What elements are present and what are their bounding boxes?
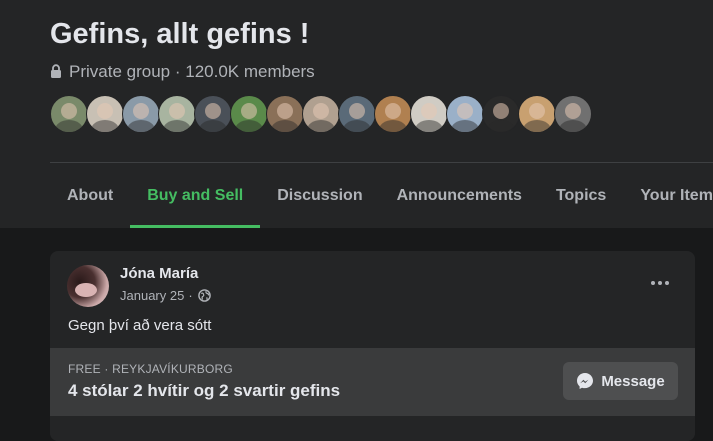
member-avatar[interactable] [518, 95, 556, 133]
author-name[interactable]: Jóna María [120, 265, 198, 282]
post-date[interactable]: January 25 [120, 288, 184, 303]
dot-icon [658, 281, 662, 285]
member-avatar[interactable] [374, 95, 412, 133]
listing-separator: · [104, 362, 109, 376]
member-avatar[interactable] [50, 95, 88, 133]
listing[interactable]: FREE · REYKJAVÍKURBORG 4 stólar 2 hvítir… [50, 348, 695, 416]
listing-price: FREE [68, 362, 101, 376]
member-avatar[interactable] [158, 95, 196, 133]
listing-location: REYKJAVÍKURBORG [112, 362, 233, 376]
group-meta: Private group · 120.0K members [50, 62, 315, 82]
member-avatar[interactable] [554, 95, 592, 133]
member-avatar[interactable] [194, 95, 232, 133]
meta-separator: · [170, 62, 186, 81]
member-avatar[interactable] [482, 95, 520, 133]
group-privacy[interactable]: Private group [69, 62, 170, 82]
member-avatar[interactable] [86, 95, 124, 133]
tab-announcements[interactable]: Announcements [380, 163, 539, 228]
tab-buy-and-sell[interactable]: Buy and Sell [130, 163, 261, 228]
listing-meta: FREE · REYKJAVÍKURBORG [68, 362, 233, 376]
card-footer [50, 416, 695, 441]
group-tabs: About Buy and Sell Discussion Announcements… [50, 163, 713, 228]
post-card: Jóna María January 25 · Gegn því að vera… [50, 251, 695, 441]
post-text: Gegn því að vera sótt [68, 317, 212, 334]
tab-discussion[interactable]: Discussion [260, 163, 379, 228]
post-meta: January 25 · [120, 288, 211, 303]
dot-icon [651, 281, 655, 285]
date-separator: · [188, 288, 193, 303]
message-label: Message [601, 372, 665, 390]
more-options-button[interactable] [642, 271, 678, 295]
dot-icon [665, 281, 669, 285]
member-avatars[interactable] [50, 95, 592, 135]
member-avatar[interactable] [302, 95, 340, 133]
member-avatar[interactable] [446, 95, 484, 133]
member-avatar[interactable] [122, 95, 160, 133]
lock-icon [50, 64, 64, 80]
messenger-icon [576, 372, 594, 390]
member-avatar[interactable] [266, 95, 304, 133]
message-button[interactable]: Message [563, 362, 678, 400]
author-avatar[interactable] [67, 265, 109, 307]
group-title[interactable]: Gefins, allt gefins ! [50, 18, 309, 51]
listing-title[interactable]: 4 stólar 2 hvítir og 2 svartir gefins [68, 381, 340, 401]
member-avatar[interactable] [338, 95, 376, 133]
globe-icon [197, 289, 211, 302]
tab-about[interactable]: About [50, 163, 130, 228]
tab-topics[interactable]: Topics [539, 163, 623, 228]
member-avatar[interactable] [230, 95, 268, 133]
tab-your-items[interactable]: Your Items [623, 163, 713, 228]
group-members-count[interactable]: 120.0K members [185, 62, 314, 82]
member-avatar[interactable] [410, 95, 448, 133]
group-header: Gefins, allt gefins ! Private group · 12… [0, 0, 713, 228]
